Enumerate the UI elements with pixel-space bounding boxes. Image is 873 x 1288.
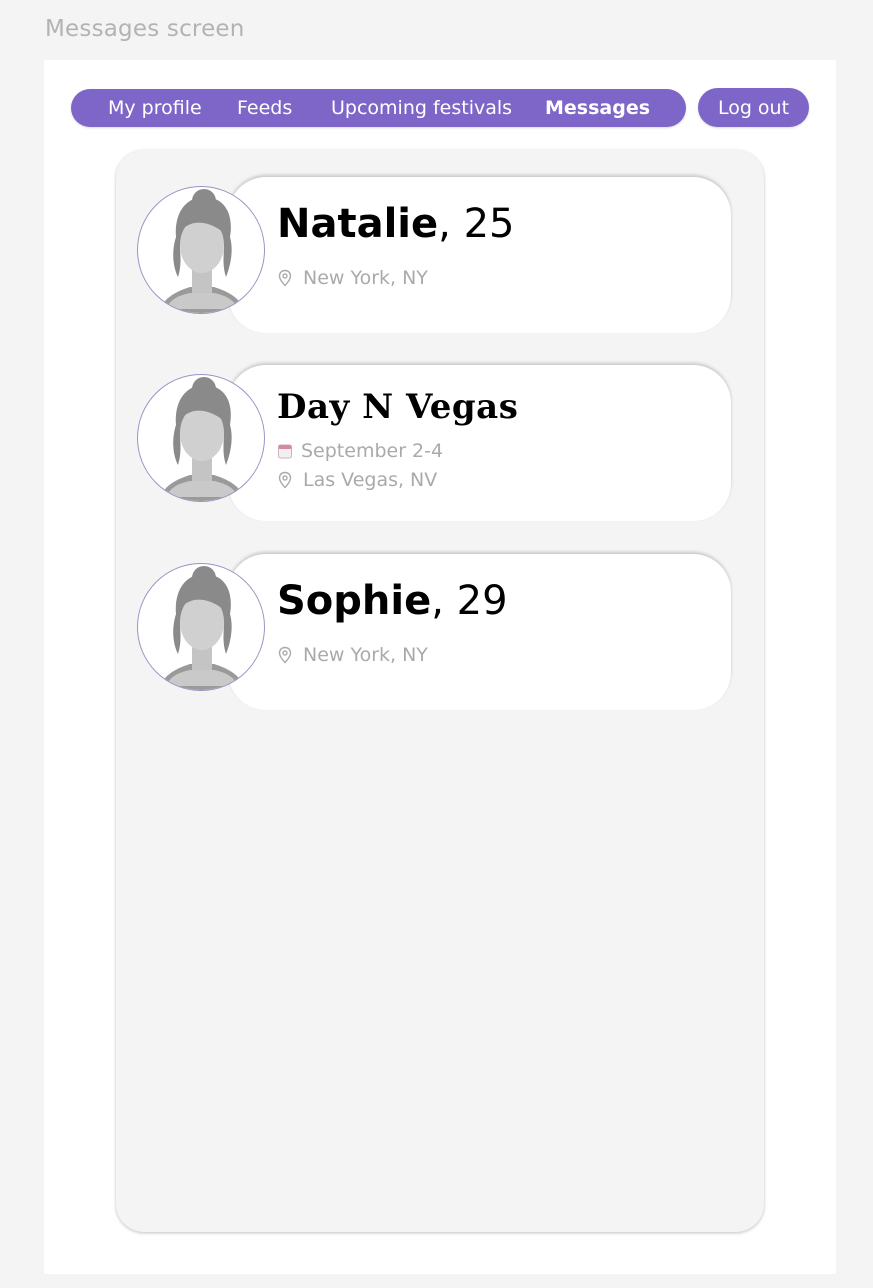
festival-name: Day N Vegas [277, 387, 519, 427]
location-text: New York, NY [303, 267, 428, 289]
profile-name-line: Natalie, 25 [277, 201, 514, 247]
location-pin-icon [277, 646, 293, 664]
profile-name: Natalie [277, 201, 439, 247]
location-line: Las Vegas, NV [277, 469, 437, 491]
messages-panel: Natalie, 25 New York, NY Day N Vegas Sep… [116, 150, 764, 1232]
screen-title: Messages screen [45, 16, 245, 42]
location-pin-icon [277, 269, 293, 287]
calendar-icon [277, 442, 293, 460]
message-item-sophie[interactable]: Sophie, 29 New York, NY [137, 554, 733, 712]
location-pin-icon [277, 471, 293, 489]
female-avatar-icon [137, 563, 265, 691]
date-text: September 2-4 [301, 440, 444, 462]
profile-name-line: Sophie, 29 [277, 578, 508, 624]
female-avatar-icon [137, 374, 265, 502]
date-line: September 2-4 [277, 440, 443, 462]
nav-item-upcoming-festivals[interactable]: Upcoming festivals [331, 97, 512, 119]
profile-age: , 29 [431, 578, 508, 624]
top-nav: My profile Feeds Upcoming festivals Mess… [71, 89, 686, 127]
location-line: New York, NY [277, 267, 428, 289]
nav-item-messages[interactable]: Messages [545, 97, 650, 119]
app-frame: My profile Feeds Upcoming festivals Mess… [44, 60, 836, 1274]
location-text: New York, NY [303, 644, 428, 666]
nav-item-feeds[interactable]: Feeds [237, 97, 292, 119]
location-line: New York, NY [277, 644, 428, 666]
message-item-day-n-vegas[interactable]: Day N Vegas September 2-4 Las Vegas, NV [137, 365, 733, 523]
profile-name: Sophie [277, 578, 432, 624]
message-item-natalie[interactable]: Natalie, 25 New York, NY [137, 177, 733, 335]
location-text: Las Vegas, NV [303, 469, 438, 491]
logout-button[interactable]: Log out [698, 88, 809, 127]
nav-item-my-profile[interactable]: My profile [108, 97, 202, 119]
female-avatar-icon [137, 186, 265, 314]
profile-age: , 25 [438, 201, 515, 247]
